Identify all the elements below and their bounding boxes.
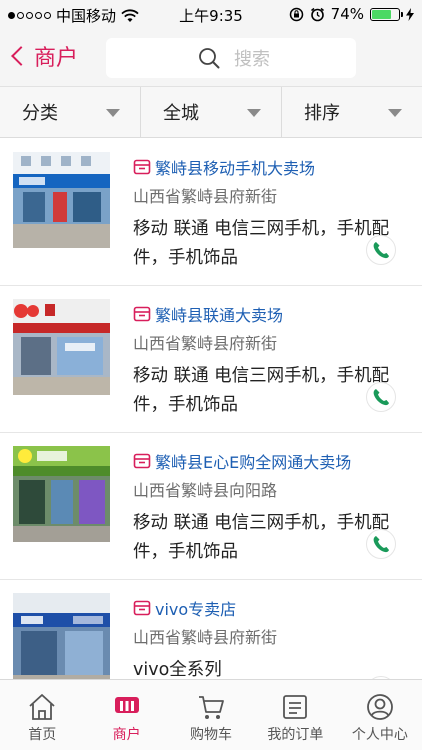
tab-profile-label: 个人中心 bbox=[351, 727, 408, 743]
merchant-list: 繁峙县移动手机大卖场 山西省繁峙县府新街 移动 联通 电信三网手机，手机配件，手… bbox=[0, 139, 422, 679]
merchant-address: 山西省繁峙县向阳路 bbox=[133, 481, 278, 500]
tab-cart[interactable]: 购物车 bbox=[169, 680, 253, 750]
alarm-icon bbox=[310, 7, 324, 21]
merchant-name[interactable]: 繁峙县E心E购全网通大卖场 bbox=[155, 449, 351, 473]
cart-icon bbox=[199, 696, 224, 719]
tab-home-label: 首页 bbox=[28, 727, 57, 743]
merchant-title-row: vivo专卖店 bbox=[133, 596, 236, 620]
call-button[interactable] bbox=[366, 235, 396, 265]
merchant-item[interactable]: 繁峙县移动手机大卖场 山西省繁峙县府新街 移动 联通 电信三网手机，手机配件，手… bbox=[0, 139, 422, 286]
phone-icon bbox=[373, 389, 389, 406]
tab-orders[interactable]: 我的订单 bbox=[253, 680, 337, 750]
tab-orders-label: 我的订单 bbox=[267, 727, 324, 743]
merchant-title-row: 繁峙县联通大卖场 bbox=[133, 302, 283, 326]
tab-home[interactable]: 首页 bbox=[0, 680, 84, 750]
orders-icon bbox=[283, 695, 308, 719]
nav-bar: 商户 搜索 bbox=[0, 28, 422, 86]
tab-cart-label: 购物车 bbox=[190, 727, 233, 743]
search-icon bbox=[199, 48, 220, 69]
call-button[interactable] bbox=[366, 382, 396, 412]
back-label: 商户 bbox=[34, 46, 79, 71]
merchant-description: vivo全系列 bbox=[133, 660, 222, 679]
merchant-item[interactable]: 繁峙县联通大卖场 山西省繁峙县府新街 移动 联通 电信三网手机，手机配件，手机饰… bbox=[0, 286, 422, 433]
merchant-item[interactable]: vivo专卖店 山西省繁峙县府新街 vivo全系列 bbox=[0, 580, 422, 679]
tab-profile[interactable]: 个人中心 bbox=[338, 680, 422, 750]
status-bar: 中国移动 上午9:35 74% bbox=[0, 0, 422, 28]
shop-icon bbox=[133, 159, 151, 175]
filter-area[interactable]: 全城 bbox=[140, 87, 281, 137]
call-button[interactable] bbox=[366, 529, 396, 559]
merchant-address: 山西省繁峙县府新街 bbox=[133, 187, 278, 206]
merchant-address: 山西省繁峙县府新街 bbox=[133, 628, 278, 647]
merchant-description: 移动 联通 电信三网手机，手机配件，手机饰品 bbox=[133, 513, 390, 562]
status-right: 74% bbox=[289, 5, 414, 23]
merchant-name[interactable]: vivo专卖店 bbox=[155, 596, 236, 620]
store-photo bbox=[13, 593, 110, 679]
charging-icon bbox=[406, 7, 414, 21]
search-input[interactable]: 搜索 bbox=[106, 38, 356, 78]
filter-bar: 分类 全城 排序 bbox=[0, 86, 422, 138]
merchant-icon bbox=[114, 697, 139, 713]
caret-down-icon bbox=[106, 109, 120, 117]
battery-icon bbox=[370, 7, 403, 21]
home-icon bbox=[29, 694, 55, 720]
back-button[interactable]: 商户 bbox=[11, 40, 79, 72]
filter-sort-label: 排序 bbox=[304, 103, 340, 124]
merchant-address: 山西省繁峙县府新街 bbox=[133, 334, 278, 353]
merchant-title-row: 繁峙县移动手机大卖场 bbox=[133, 155, 315, 179]
phone-icon bbox=[373, 242, 389, 259]
store-photo bbox=[13, 299, 110, 395]
shop-icon bbox=[133, 306, 151, 322]
filter-sort[interactable]: 排序 bbox=[281, 87, 422, 137]
shop-icon bbox=[133, 453, 151, 469]
shop-icon bbox=[133, 600, 151, 616]
tab-bar: 首页 商户 购物车 我的订单 个人中心 bbox=[0, 679, 422, 750]
phone-icon bbox=[373, 536, 389, 553]
merchant-description: 移动 联通 电信三网手机，手机配件，手机饰品 bbox=[133, 366, 390, 415]
profile-icon bbox=[366, 694, 393, 720]
tab-merchants[interactable]: 商户 bbox=[84, 680, 168, 750]
store-photo bbox=[13, 152, 110, 248]
store-photo bbox=[13, 446, 110, 542]
search-placeholder: 搜索 bbox=[234, 49, 270, 70]
battery-percent: 74% bbox=[330, 5, 364, 23]
merchant-title-row: 繁峙县E心E购全网通大卖场 bbox=[133, 449, 351, 473]
merchant-name[interactable]: 繁峙县联通大卖场 bbox=[155, 302, 283, 326]
merchant-description: 移动 联通 电信三网手机，手机配件，手机饰品 bbox=[133, 219, 390, 268]
filter-category-label: 分类 bbox=[22, 103, 58, 124]
chevron-left-icon bbox=[11, 46, 31, 66]
caret-down-icon bbox=[388, 109, 402, 117]
rotation-lock-icon bbox=[289, 7, 303, 21]
merchant-item[interactable]: 繁峙县E心E购全网通大卖场 山西省繁峙县向阳路 移动 联通 电信三网手机，手机配… bbox=[0, 433, 422, 580]
merchant-name[interactable]: 繁峙县移动手机大卖场 bbox=[155, 155, 315, 179]
tab-merchants-label: 商户 bbox=[112, 727, 141, 743]
filter-category[interactable]: 分类 bbox=[0, 87, 140, 137]
caret-down-icon bbox=[247, 109, 261, 117]
filter-area-label: 全城 bbox=[163, 103, 199, 124]
